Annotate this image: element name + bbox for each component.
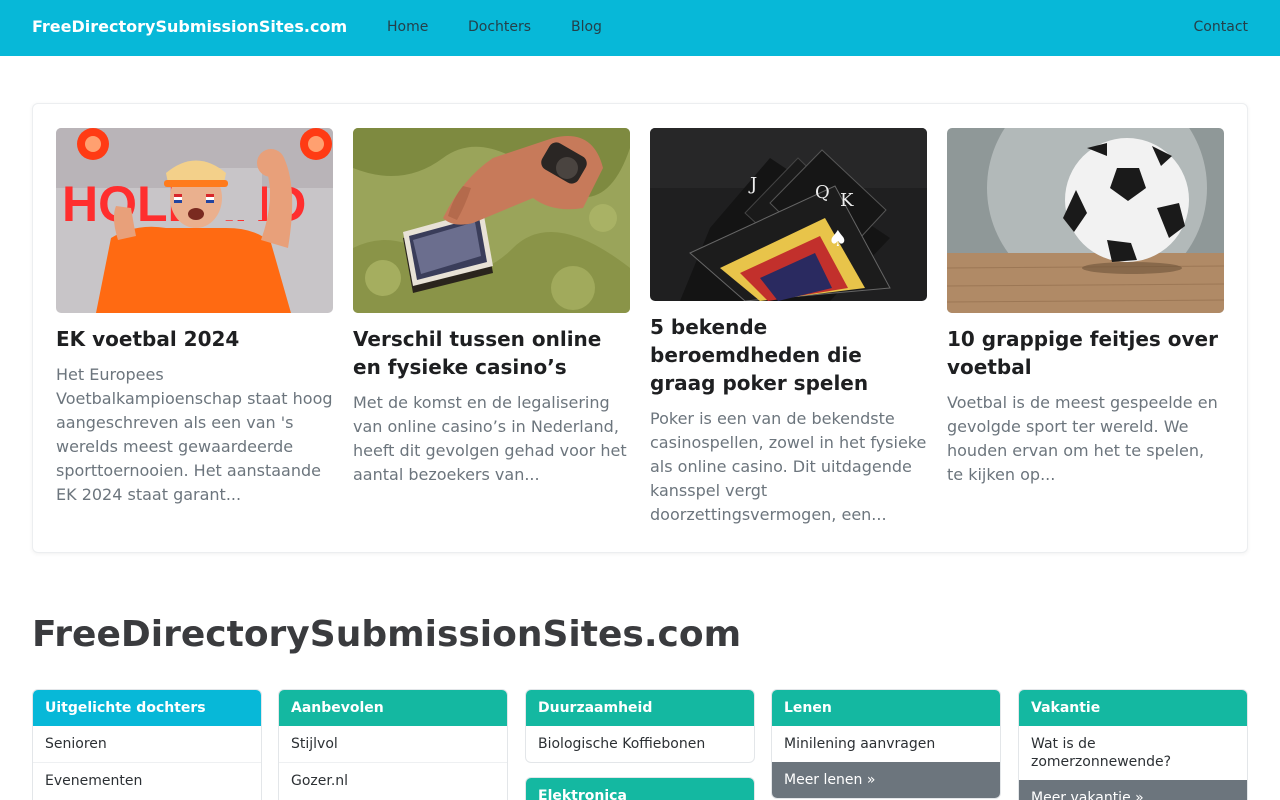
article-excerpt: Met de komst en de legalisering van onli… — [353, 393, 627, 484]
nav-blog-link[interactable]: Blog — [571, 19, 602, 35]
category-title: Aanbevolen — [279, 690, 507, 726]
article-title[interactable]: 5 bekende beroemdheden die graag poker s… — [650, 313, 927, 397]
football-photo[interactable] — [947, 128, 1224, 313]
svg-text:♠: ♠ — [828, 227, 848, 252]
category-card-duurzaamheid: Duurzaamheid Biologische Koffiebonen — [525, 689, 755, 763]
article-excerpt: Poker is een van de bekendste casinospel… — [650, 409, 927, 524]
article-title[interactable]: EK voetbal 2024 — [56, 325, 333, 353]
category-link[interactable]: Wat is de zomerzonnewende? — [1019, 726, 1247, 780]
category-card-vakantie: Vakantie Wat is de zomerzonnewende? Meer… — [1018, 689, 1248, 800]
category-title[interactable]: Lenen — [772, 690, 1000, 726]
category-link[interactable]: Minilening aanvragen — [772, 726, 1000, 762]
playing-cards-deck-photo[interactable] — [353, 128, 630, 313]
category-title[interactable]: Vakantie — [1019, 690, 1247, 726]
svg-text:J: J — [748, 174, 757, 195]
nav-contact-link[interactable]: Contact — [1194, 19, 1248, 35]
category-link[interactable]: Senioren — [33, 726, 261, 762]
top-navbar: FreeDirectorySubmissionSites.com Home Do… — [0, 0, 1280, 56]
article-card: Verschil tussen online en fysieke casino… — [353, 128, 630, 487]
category-link[interactable]: Evenementen — [33, 762, 261, 799]
article-title[interactable]: 10 grappige feitjes over voetbal — [947, 325, 1224, 381]
svg-text:K: K — [840, 190, 854, 211]
brand-link[interactable]: FreeDirectorySubmissionSites.com — [32, 17, 347, 36]
poker-cards-photo[interactable]: J Q K ♠ — [650, 128, 927, 301]
article-card: HOLLAND EK voetbal 2024 Het Europees Voe… — [56, 128, 333, 507]
more-vakantie-button[interactable]: Meer vakantie » — [1019, 780, 1247, 800]
category-card-lenen: Lenen Minilening aanvragen Meer lenen » — [771, 689, 1001, 799]
site-heading: FreeDirectorySubmissionSites.com — [32, 614, 742, 655]
category-link[interactable]: Stijlvol — [279, 726, 507, 762]
nav-home-link[interactable]: Home — [387, 19, 428, 35]
category-title[interactable]: Duurzaamheid — [526, 690, 754, 726]
category-title[interactable]: Elektronica — [526, 778, 754, 800]
category-title: Uitgelichte dochters — [33, 690, 261, 726]
category-card-aanbevolen: Aanbevolen Stijlvol Gozer.nl — [278, 689, 508, 800]
featured-articles-card: HOLLAND EK voetbal 2024 Het Europees Voe… — [32, 103, 1248, 553]
article-card: J Q K ♠ 5 bekende beroemdheden die graag… — [650, 128, 927, 527]
category-link[interactable]: Biologische Koffiebonen — [526, 726, 754, 762]
svg-text:Q: Q — [815, 182, 830, 203]
article-excerpt: Voetbal is de meest gespeelde en gevolgd… — [947, 393, 1218, 484]
article-title[interactable]: Verschil tussen online en fysieke casino… — [353, 325, 630, 381]
article-excerpt: Het Europees Voetbalkampioenschap staat … — [56, 365, 333, 504]
article-card: 10 grappige feitjes over voetbal Voetbal… — [947, 128, 1224, 487]
more-lenen-button[interactable]: Meer lenen » — [772, 762, 1000, 798]
nav-dochters-link[interactable]: Dochters — [468, 19, 531, 35]
holland-fan-photo[interactable]: HOLLAND — [56, 128, 333, 313]
category-card-elektronica: Elektronica — [525, 777, 755, 800]
category-card-uitgelichte-dochters: Uitgelichte dochters Senioren Evenemente… — [32, 689, 262, 800]
category-link[interactable]: Gozer.nl — [279, 762, 507, 799]
